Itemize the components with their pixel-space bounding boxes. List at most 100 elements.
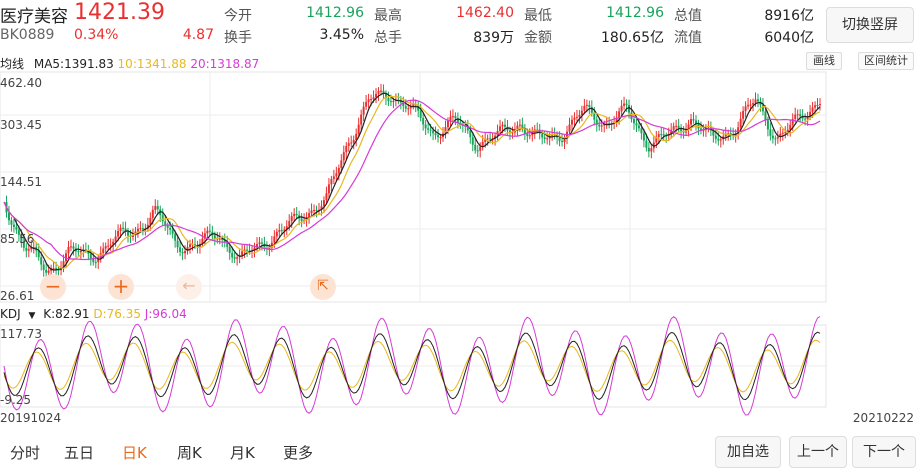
arrow-shrink-icon[interactable]: ⇱ [310,274,336,300]
candle-body [543,137,546,140]
candle-body [404,106,407,109]
kdj-j: J:96.04 [144,307,187,321]
candle-body [213,235,216,239]
candle-body [647,147,650,152]
candle-body [189,244,192,248]
kdj-label[interactable]: KDJ [0,307,21,321]
kline-chart[interactable] [0,0,920,466]
candle-body [642,133,645,141]
candle-body [598,124,601,127]
candle-body [546,138,549,140]
candle-body [479,146,482,151]
candle-body [662,134,665,136]
candle-body [166,225,169,228]
candle-body [241,251,244,256]
candle-body [181,251,184,254]
candle-body [744,106,747,112]
candle-body [27,249,30,251]
date-start: 20191024 [0,411,62,425]
candle-body [7,212,10,221]
candle-body [293,213,296,217]
candle-body [717,138,720,141]
candle-body [439,137,442,139]
candle-body [337,167,340,174]
candle-body [278,230,281,232]
candle-body [176,240,179,248]
candle-body [114,236,117,242]
ma5-line [3,92,821,271]
candle-body [89,253,92,259]
add-watchlist-button[interactable]: 加自选 [715,436,781,468]
candle-body [419,110,422,118]
kdj-dropdown-icon[interactable]: ▼ [28,311,35,321]
tab-five-day[interactable]: 五日 [64,442,94,463]
candle-body [672,126,675,130]
candle-body [794,114,797,119]
y-tick-5: 26.61 [0,289,35,303]
tab-monthly-k[interactable]: 月K [230,442,255,463]
candle-body [625,103,628,106]
next-stock-button[interactable]: 下一个 [852,436,916,468]
candle-body [583,105,586,111]
candle-body [474,144,477,151]
candle-body [389,101,392,103]
candle-body [370,98,373,100]
minus-icon[interactable]: − [40,274,66,300]
candle-body [72,246,75,249]
candle-body [94,262,97,264]
candle-body [580,110,583,115]
candle-body [45,269,48,273]
candle-body [77,251,80,253]
candle-body [104,246,107,249]
candle-body [288,221,291,227]
tab-weekly-k[interactable]: 周K [177,442,202,463]
candle-body [528,135,531,137]
candle-body [675,125,678,127]
candle-body [501,124,504,127]
candle-body [637,125,640,129]
candle-body [451,116,454,118]
ma10-line [3,95,821,269]
candle-body [541,133,544,138]
candle-body [588,104,591,108]
kdj-d: D:76.35 [93,307,141,321]
candle-body [486,138,489,140]
candle-body [360,114,363,125]
candle-body [392,100,395,102]
candle-body [714,135,717,139]
candle-body [327,184,330,194]
candle-body [796,114,799,116]
tab-intraday[interactable]: 分时 [10,442,40,463]
candle-body [650,148,653,152]
candle-body [231,252,234,258]
candle-body [290,216,293,222]
kdj-y-bottom: -9.25 [0,393,32,407]
candle-body [365,101,368,107]
candle-body [228,247,231,253]
kdj-y-top: 117.73 [0,327,42,341]
candle-body [218,238,221,240]
candle-body [379,90,382,92]
candle-body [437,135,440,138]
prev-stock-button[interactable]: 上一个 [789,436,847,468]
candle-body [657,134,660,138]
candle-body [362,106,365,115]
candle-body [295,213,298,216]
candle-body [774,138,777,140]
candle-body [660,134,663,136]
candle-body [804,118,807,120]
arrow-left-icon[interactable]: ← [176,274,202,300]
candle-body [332,176,335,180]
y-tick-4: 85.56 [0,232,35,246]
candle-body [811,107,814,112]
tab-daily-k[interactable]: 日K [122,442,147,463]
tab-more[interactable]: 更多 [283,442,313,463]
candle-body [623,103,626,106]
plus-icon[interactable]: + [108,274,134,300]
candle-body [208,230,211,232]
candle-body [139,228,142,230]
candle-body [184,250,187,254]
candle-body [568,124,571,132]
candle-body [260,242,263,244]
candle-body [171,229,174,234]
